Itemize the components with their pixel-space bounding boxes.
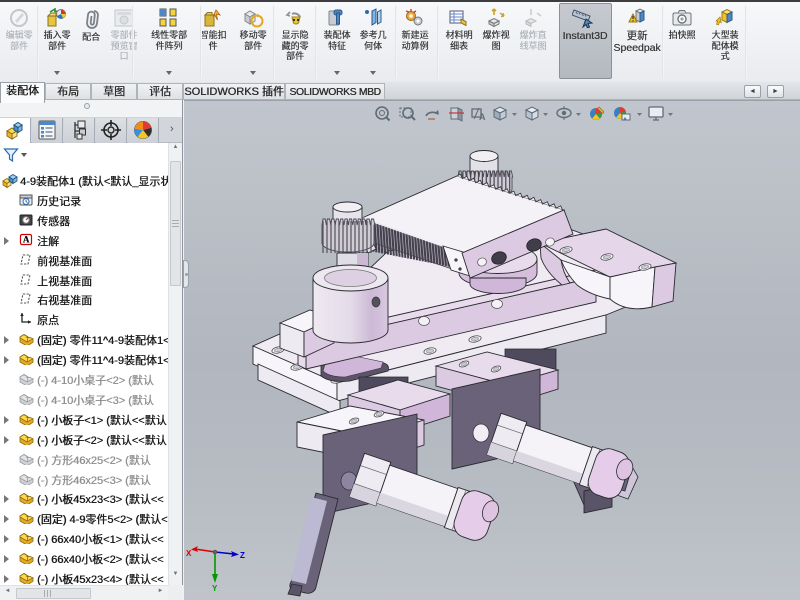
svg-text:Z: Z	[240, 551, 245, 560]
svg-text:X: X	[186, 549, 192, 558]
svg-text:Y: Y	[212, 584, 218, 593]
svg-text:A: A	[479, 112, 486, 122]
svg-text:A: A	[23, 234, 30, 244]
